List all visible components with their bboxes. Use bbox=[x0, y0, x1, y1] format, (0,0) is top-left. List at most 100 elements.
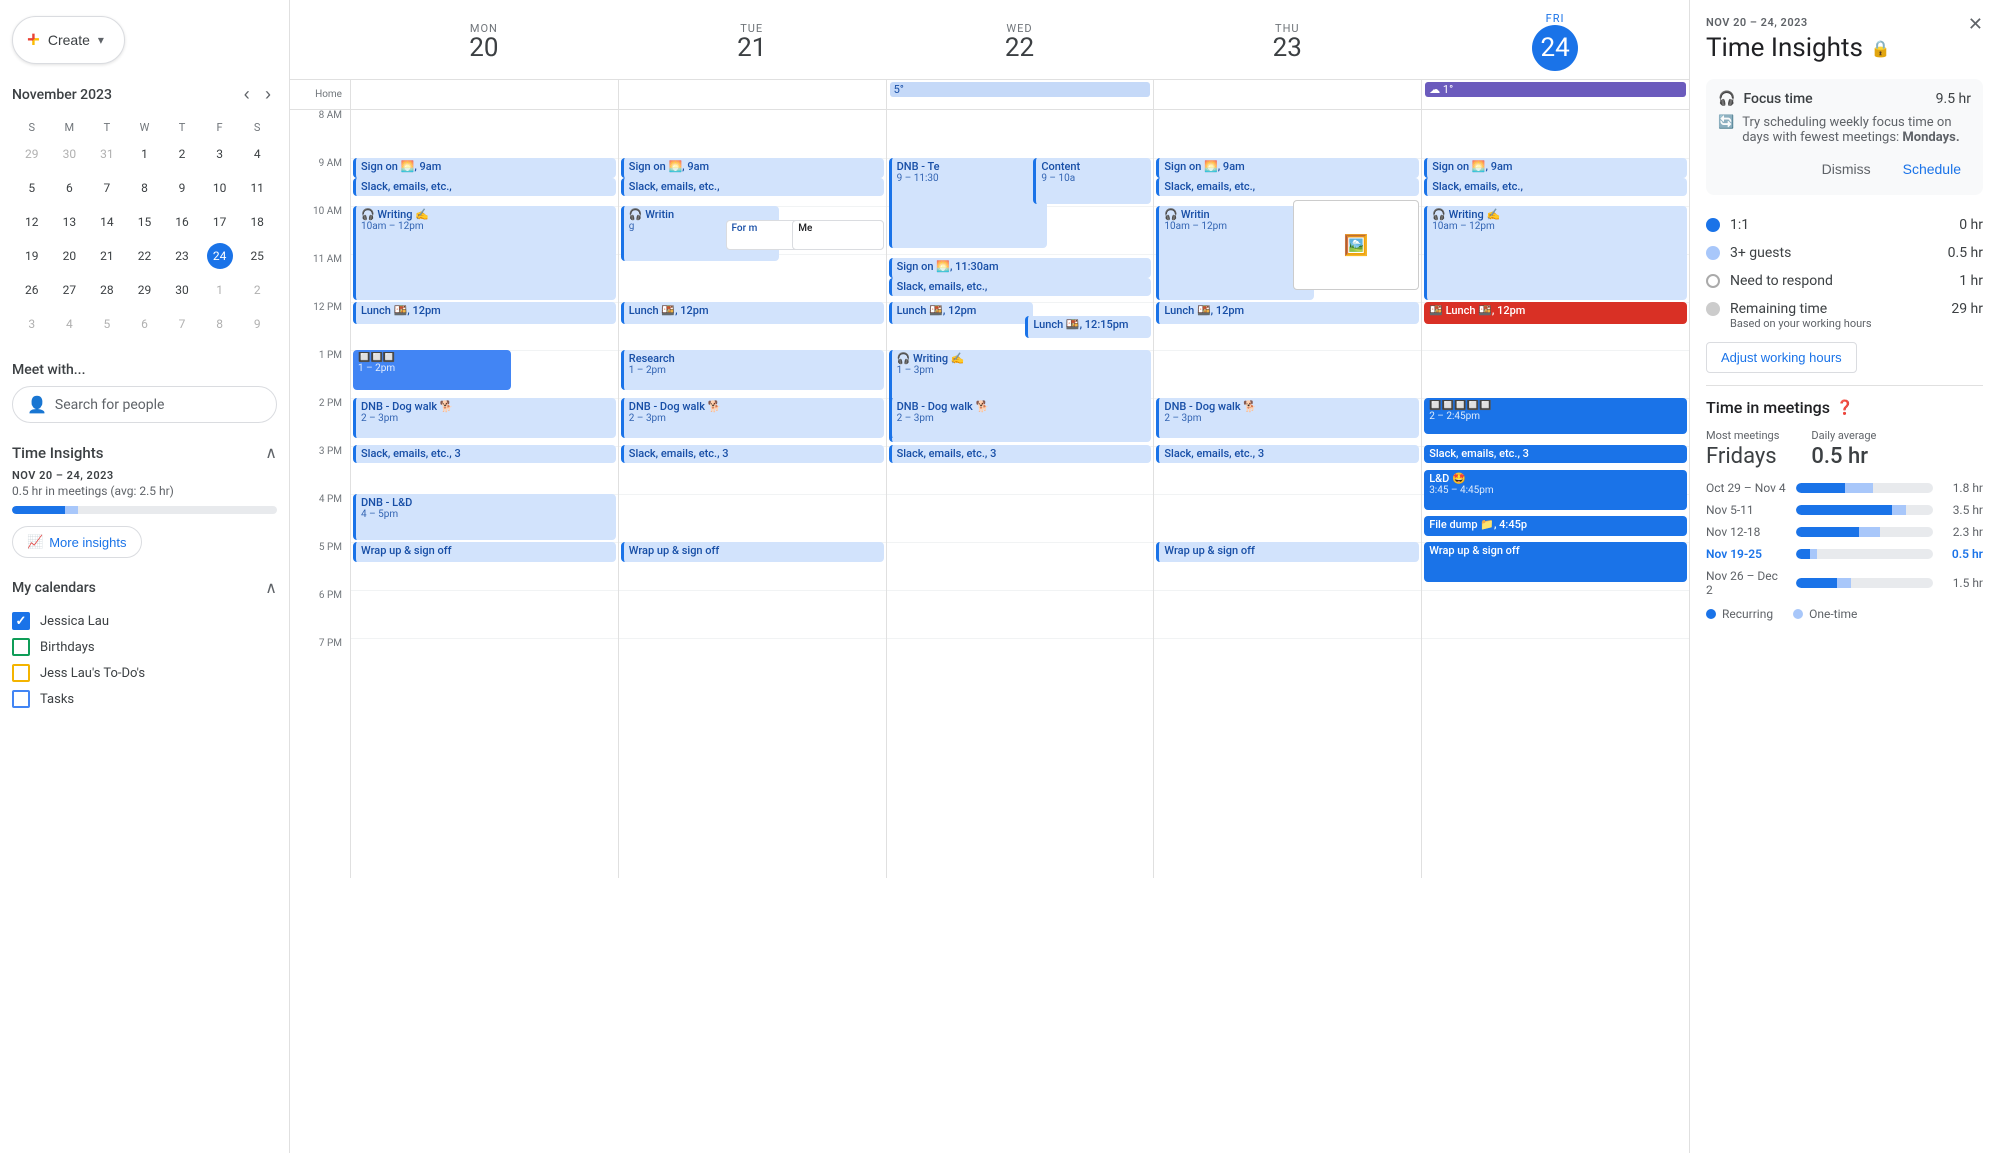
calendar-item-tasks[interactable]: Tasks bbox=[12, 686, 277, 712]
mini-cal-day[interactable]: 19 bbox=[14, 240, 50, 272]
mini-cal-day[interactable]: 27 bbox=[52, 274, 88, 306]
mini-cal-day[interactable]: 15 bbox=[127, 206, 163, 238]
event-fri-writing[interactable]: 🎧 Writing ✍️ 10am – 12pm bbox=[1424, 206, 1687, 300]
mini-cal-day[interactable]: 29 bbox=[14, 138, 50, 170]
adjust-working-hours-button[interactable]: Adjust working hours bbox=[1706, 342, 1857, 373]
mini-cal-day[interactable]: 30 bbox=[164, 274, 200, 306]
mini-cal-day[interactable]: 7 bbox=[89, 172, 125, 204]
mini-cal-day[interactable]: 8 bbox=[127, 172, 163, 204]
mini-cal-day[interactable]: 18 bbox=[239, 206, 275, 238]
event-fri-ld[interactable]: L&D 🤩 3:45 – 4:45pm bbox=[1424, 470, 1687, 510]
search-people-input[interactable]: 👤 Search for people bbox=[12, 386, 277, 423]
event-thu-lunch[interactable]: Lunch 🍱, 12pm bbox=[1156, 302, 1419, 324]
mini-cal-day[interactable]: 26 bbox=[14, 274, 50, 306]
event-wed-dogwalk[interactable]: DNB - Dog walk 🐕 2 – 3pm bbox=[889, 398, 1034, 438]
mini-cal-day[interactable]: 4 bbox=[239, 138, 275, 170]
event-wed-lunch1[interactable]: Lunch 🍱, 12pm bbox=[889, 302, 1034, 324]
mini-cal-day[interactable]: 1 bbox=[127, 138, 163, 170]
event-fri-signon[interactable]: Sign on 🌅, 9am bbox=[1424, 158, 1687, 178]
mini-cal-day[interactable]: 11 bbox=[239, 172, 275, 204]
mini-cal-day[interactable]: 7 bbox=[164, 308, 200, 340]
mini-cal-day[interactable]: 20 bbox=[52, 240, 88, 272]
mini-cal-day[interactable]: 2 bbox=[239, 274, 275, 306]
dismiss-button[interactable]: Dismiss bbox=[1812, 155, 1881, 183]
mini-cal-next[interactable]: › bbox=[259, 80, 277, 109]
calendar-item-jessica[interactable]: ✓ Jessica Lau bbox=[12, 608, 277, 634]
mini-cal-day[interactable]: 12 bbox=[14, 206, 50, 238]
mini-cal-day[interactable]: 28 bbox=[89, 274, 125, 306]
mini-cal-day[interactable]: 17 bbox=[202, 206, 238, 238]
event-tue-signon[interactable]: Sign on 🌅, 9am bbox=[621, 158, 884, 178]
mini-cal-day[interactable]: 6 bbox=[52, 172, 88, 204]
calendar-item-birthdays[interactable]: Birthdays bbox=[12, 634, 277, 660]
mini-cal-day[interactable]: 5 bbox=[14, 172, 50, 204]
event-fri-wrapup[interactable]: Wrap up & sign off bbox=[1424, 542, 1687, 582]
event-wed-lunch2[interactable]: Lunch 🍱, 12:15pm bbox=[1025, 316, 1151, 338]
event-thu-slack3[interactable]: Slack, emails, etc., 3 bbox=[1156, 445, 1419, 463]
event-thu-dogwalk[interactable]: DNB - Dog walk 🐕 2 – 3pm bbox=[1156, 398, 1419, 438]
event-mon-slack[interactable]: Slack, emails, etc., bbox=[353, 178, 616, 196]
event-tue-lunch[interactable]: Lunch 🍱, 12pm bbox=[621, 302, 884, 324]
event-thu-writing[interactable]: 🎧 Writin 10am – 12pm bbox=[1156, 206, 1314, 300]
event-thu-slack[interactable]: Slack, emails, etc., bbox=[1156, 178, 1419, 196]
mini-cal-day[interactable]: 6 bbox=[127, 308, 163, 340]
mini-cal-prev[interactable]: ‹ bbox=[238, 80, 256, 109]
mini-cal-day[interactable]: 25 bbox=[239, 240, 275, 272]
close-button[interactable]: ✕ bbox=[1968, 14, 1983, 35]
create-button[interactable]: + Create ▾ bbox=[12, 16, 125, 64]
mini-cal-day[interactable]: 31 bbox=[89, 138, 125, 170]
event-thu-popup[interactable]: 🖼️ bbox=[1293, 200, 1419, 290]
mini-cal-day[interactable]: 1 bbox=[202, 274, 238, 306]
event-tue-me[interactable]: Me bbox=[792, 220, 883, 250]
mini-cal-day[interactable]: 9 bbox=[239, 308, 275, 340]
event-mon-writing[interactable]: 🎧 Writing ✍️ 10am – 12pm bbox=[353, 206, 616, 300]
mini-cal-day[interactable]: 14 bbox=[89, 206, 125, 238]
my-calendars-collapse-btn[interactable]: ∧ bbox=[265, 578, 277, 598]
event-mon-1pm[interactable]: 🔲🔲🔲 1 – 2pm bbox=[353, 350, 511, 390]
event-fri-slack[interactable]: Slack, emails, etc., bbox=[1424, 178, 1687, 196]
mini-cal-day[interactable]: 22 bbox=[127, 240, 163, 272]
mini-cal-day[interactable]: 3 bbox=[202, 138, 238, 170]
event-wed-dnb[interactable]: DNB - Te 9 – 11:30 bbox=[889, 158, 1047, 248]
time-insights-collapse-btn[interactable]: ∧ bbox=[265, 443, 277, 463]
event-tue-slack[interactable]: Slack, emails, etc., bbox=[621, 178, 884, 196]
calendar-item-todos[interactable]: Jess Lau's To-Do's bbox=[12, 660, 277, 686]
allday-wed-weather[interactable]: 5° bbox=[890, 82, 1151, 97]
event-fri-2pm[interactable]: 🔲🔲🔲🔲🔲 2 – 2:45pm bbox=[1424, 398, 1687, 434]
event-wed-slack3[interactable]: Slack, emails, etc., 3 bbox=[889, 445, 1152, 463]
event-wed-content[interactable]: Content 9 – 10a bbox=[1033, 158, 1151, 204]
mini-cal-day[interactable]: 2 bbox=[164, 138, 200, 170]
event-fri-filedump[interactable]: File dump 📁, 4:45p bbox=[1424, 516, 1687, 536]
mini-cal-day[interactable]: 8 bbox=[202, 308, 238, 340]
event-wed-signon[interactable]: Sign on 🌅, 11:30am bbox=[889, 258, 1152, 278]
mini-cal-day[interactable]: 29 bbox=[127, 274, 163, 306]
mini-cal-day[interactable]: 30 bbox=[52, 138, 88, 170]
mini-cal-day[interactable]: 24 bbox=[202, 240, 238, 272]
mini-cal-day[interactable]: 5 bbox=[89, 308, 125, 340]
event-mon-wrapup[interactable]: Wrap up & sign off bbox=[353, 542, 616, 562]
event-mon-signon[interactable]: Sign on 🌅, 9am bbox=[353, 158, 616, 178]
mini-cal-day[interactable]: 9 bbox=[164, 172, 200, 204]
event-thu-signon[interactable]: Sign on 🌅, 9am bbox=[1156, 158, 1419, 178]
more-insights-button[interactable]: 📈 More insights bbox=[12, 526, 142, 558]
mini-cal-day[interactable]: 23 bbox=[164, 240, 200, 272]
mini-cal-day[interactable]: 16 bbox=[164, 206, 200, 238]
event-mon-slack3[interactable]: Slack, emails, etc., 3 bbox=[353, 445, 616, 463]
event-tue-dogwalk[interactable]: DNB - Dog walk 🐕 2 – 3pm bbox=[621, 398, 884, 438]
event-mon-ld[interactable]: DNB - L&D 4 – 5pm bbox=[353, 494, 616, 540]
event-tue-research[interactable]: Research 1 – 2pm bbox=[621, 350, 884, 390]
event-tue-wrapup[interactable]: Wrap up & sign off bbox=[621, 542, 884, 562]
mini-cal-day[interactable]: 21 bbox=[89, 240, 125, 272]
event-mon-lunch[interactable]: Lunch 🍱, 12pm bbox=[353, 302, 616, 324]
event-mon-dogwalk[interactable]: DNB - Dog walk 🐕 2 – 3pm bbox=[353, 398, 616, 438]
mini-cal-day[interactable]: 4 bbox=[52, 308, 88, 340]
event-fri-slack3[interactable]: Slack, emails, etc., 3 bbox=[1424, 445, 1687, 463]
allday-fri-weather[interactable]: ☁ 1° bbox=[1425, 82, 1686, 97]
event-wed-slack[interactable]: Slack, emails, etc., bbox=[889, 278, 1152, 296]
mini-cal-day[interactable]: 13 bbox=[52, 206, 88, 238]
mini-cal-day[interactable]: 10 bbox=[202, 172, 238, 204]
mini-cal-day[interactable]: 3 bbox=[14, 308, 50, 340]
event-tue-slack3[interactable]: Slack, emails, etc., 3 bbox=[621, 445, 884, 463]
schedule-button[interactable]: Schedule bbox=[1893, 155, 1971, 183]
event-thu-wrapup[interactable]: Wrap up & sign off bbox=[1156, 542, 1419, 562]
